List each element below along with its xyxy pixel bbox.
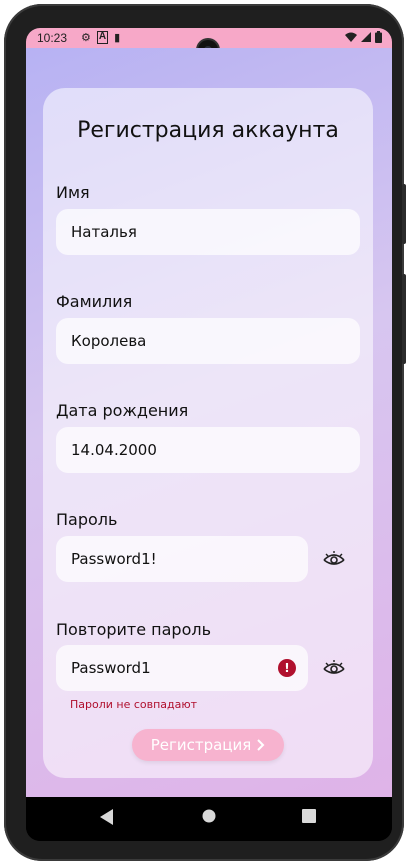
error-icon: ! (278, 659, 296, 677)
page-title: Регистрация аккаунта (77, 118, 339, 143)
birth-date-field[interactable]: 14.04.2000 (56, 427, 360, 473)
birth-date-value: 14.04.2000 (71, 441, 157, 459)
power-button (402, 184, 406, 244)
repeat-password-label: Повторите пароль (56, 620, 212, 639)
navigation-bar (26, 797, 392, 841)
birth-date-label: Дата рождения (56, 401, 189, 420)
password-value: Password1! (71, 550, 157, 568)
last-name-field[interactable]: Королева (56, 318, 360, 364)
recents-icon[interactable] (302, 809, 316, 823)
password-label: Пароль (56, 510, 118, 529)
wifi-icon (345, 32, 357, 42)
screen: 10:23 ⚙ A ▮ Регистрация аккаунта Имя Нат… (26, 28, 392, 841)
chevron-right-icon (257, 739, 265, 751)
status-icons-left: ⚙ A ▮ (81, 31, 120, 44)
first-name-value: Наталья (71, 223, 137, 241)
registration-card: Регистрация аккаунта Имя Наталья Фамилия… (43, 88, 373, 778)
register-button-label: Регистрация (150, 736, 252, 754)
back-icon[interactable] (100, 809, 114, 825)
toggle-password-visibility-icon[interactable] (321, 546, 347, 572)
password-mismatch-error: Пароли не совпадают (70, 698, 198, 711)
battery-icon (375, 31, 382, 43)
signal-icon (361, 32, 371, 42)
repeat-password-field[interactable]: Password1 ! (56, 645, 308, 691)
register-button[interactable]: Регистрация (132, 729, 284, 761)
a-icon: A (96, 31, 109, 44)
volume-button (402, 274, 406, 364)
first-name-field[interactable]: Наталья (56, 209, 360, 255)
app-background: Регистрация аккаунта Имя Наталья Фамилия… (26, 48, 392, 797)
password-field[interactable]: Password1! (56, 536, 308, 582)
phone-frame: 10:23 ⚙ A ▮ Регистрация аккаунта Имя Нат… (4, 4, 406, 861)
status-time: 10:23 (37, 31, 68, 45)
last-name-value: Королева (71, 332, 147, 350)
repeat-password-value: Password1 (71, 659, 151, 677)
home-icon[interactable] (202, 809, 216, 823)
last-name-label: Фамилия (56, 292, 133, 311)
sim-icon: ▮ (114, 32, 121, 44)
status-icons-right (345, 31, 382, 43)
gear-icon: ⚙ (81, 32, 91, 44)
toggle-repeat-password-visibility-icon[interactable] (321, 655, 347, 681)
first-name-label: Имя (56, 183, 90, 202)
